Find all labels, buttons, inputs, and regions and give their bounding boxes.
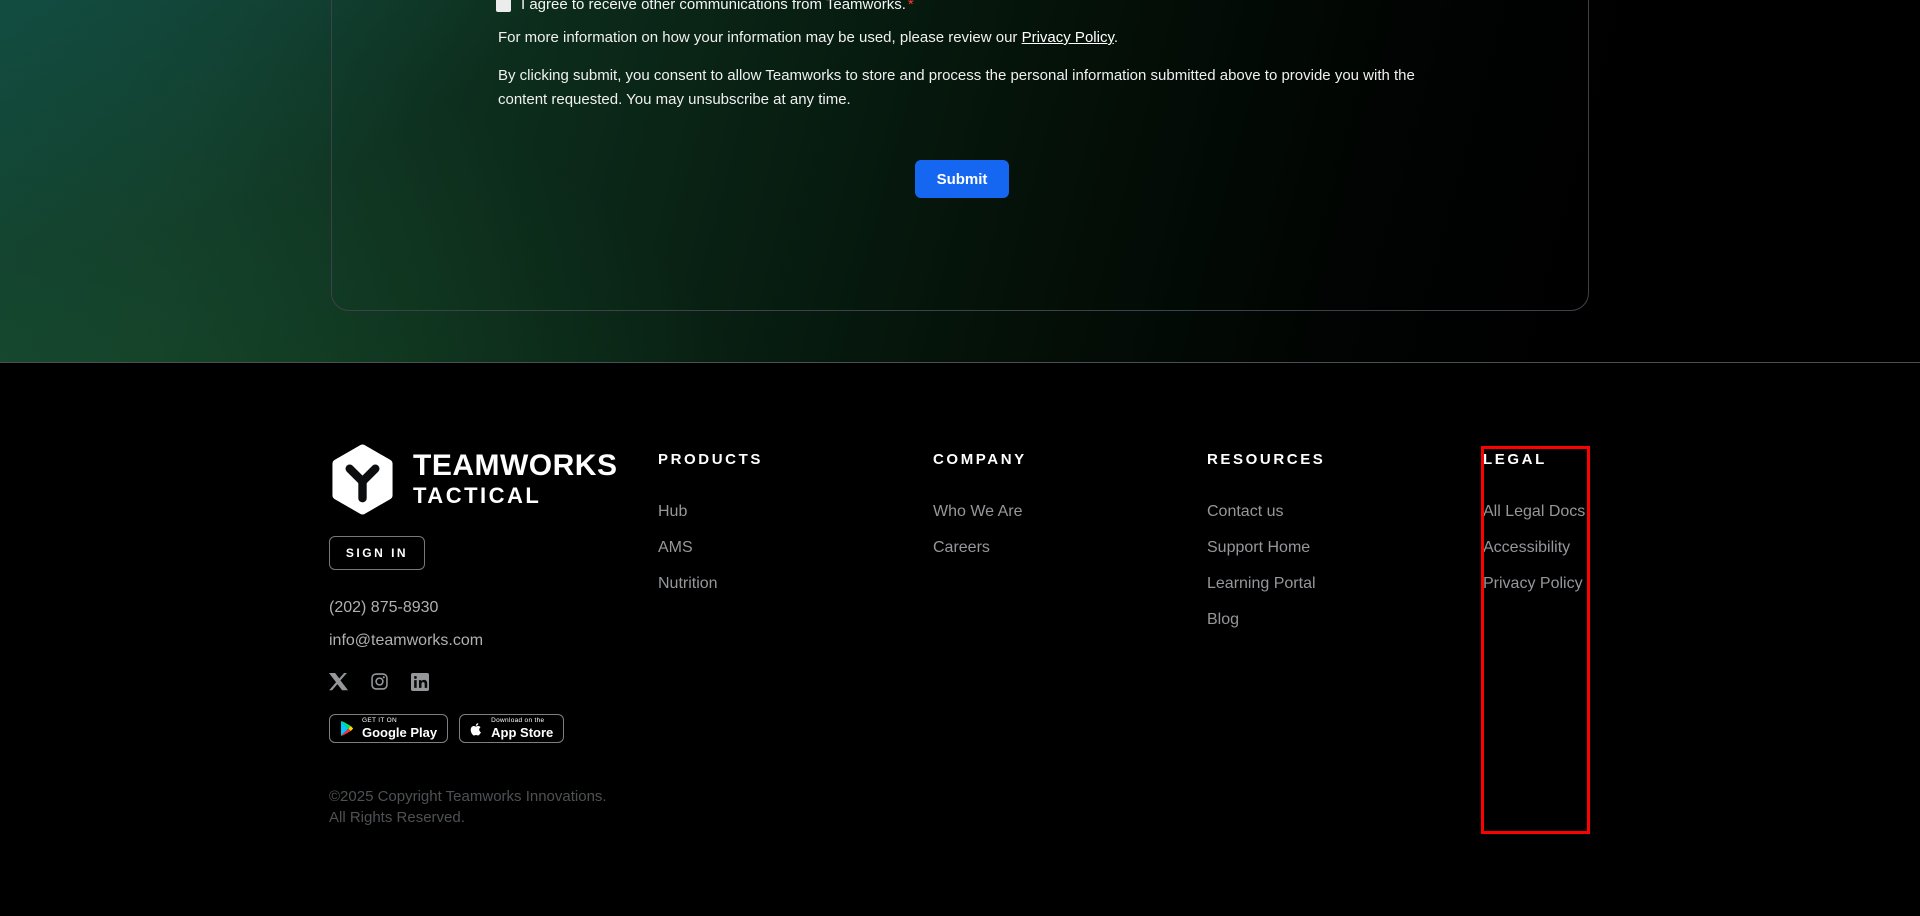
privacy-policy-link[interactable]: Privacy Policy <box>1022 29 1114 46</box>
brand-name-line2: TACTICAL <box>413 483 617 509</box>
required-asterisk: * <box>908 0 914 13</box>
google-play-name: Google Play <box>362 726 437 740</box>
phone-link[interactable]: (202) 875-8930 <box>329 599 438 617</box>
instagram-social-link[interactable] <box>371 673 388 690</box>
email-link[interactable]: info@teamworks.com <box>329 632 483 650</box>
privacy-text-before: For more information on how your informa… <box>498 29 1022 46</box>
app-store-badge-text: Download on the App Store <box>491 717 553 740</box>
footer-link-all-legal-docs[interactable]: All Legal Docs <box>1483 503 1713 521</box>
footer-link-who-we-are[interactable]: Who We Are <box>933 503 1163 521</box>
footer-column-title-resources: RESOURCES <box>1207 452 1437 468</box>
footer-column-products: PRODUCTS Hub AMS Nutrition <box>658 452 888 611</box>
footer-link-nutrition[interactable]: Nutrition <box>658 575 888 593</box>
footer-column-title-legal: LEGAL <box>1483 452 1713 468</box>
footer-link-privacy-policy[interactable]: Privacy Policy <box>1483 575 1713 593</box>
agree-checkbox[interactable] <box>496 0 511 12</box>
copyright-line-2: All Rights Reserved. <box>329 807 607 828</box>
brand-logo[interactable]: TEAMWORKS TACTICAL <box>329 444 617 515</box>
consent-line-2: content requested. You may unsubscribe a… <box>498 88 1415 112</box>
app-store-name: App Store <box>491 726 553 740</box>
footer-link-accessibility[interactable]: Accessibility <box>1483 539 1713 557</box>
app-store-tagline: Download on the <box>491 717 553 724</box>
footer-column-legal: LEGAL All Legal Docs Accessibility Priva… <box>1483 452 1713 611</box>
hero-section: I agree to receive other communications … <box>0 0 1920 363</box>
instagram-icon <box>371 673 388 690</box>
google-play-badge-text: GET IT ON Google Play <box>362 717 437 740</box>
footer-link-learning-portal[interactable]: Learning Portal <box>1207 575 1437 593</box>
teamworks-hex-logo-icon <box>329 444 396 515</box>
consent-text: By clicking submit, you consent to allow… <box>498 64 1415 112</box>
contact-form-card: I agree to receive other communications … <box>331 0 1589 311</box>
footer-column-title-company: COMPANY <box>933 452 1163 468</box>
google-play-tagline: GET IT ON <box>362 717 437 724</box>
footer-link-hub[interactable]: Hub <box>658 503 888 521</box>
consent-line-1: By clicking submit, you consent to allow… <box>498 64 1415 88</box>
x-twitter-icon <box>329 672 348 691</box>
apple-icon <box>469 720 484 738</box>
linkedin-icon <box>411 673 429 691</box>
footer-section: TEAMWORKS TACTICAL SIGN IN (202) 875-893… <box>0 363 1920 916</box>
footer-link-contact-us[interactable]: Contact us <box>1207 503 1437 521</box>
x-social-link[interactable] <box>329 672 348 691</box>
submit-button[interactable]: Submit <box>915 160 1009 198</box>
social-links-row <box>329 672 429 691</box>
agree-checkbox-row: I agree to receive other communications … <box>496 0 914 13</box>
google-play-badge[interactable]: GET IT ON Google Play <box>329 714 448 743</box>
footer-link-support-home[interactable]: Support Home <box>1207 539 1437 557</box>
footer-column-resources: RESOURCES Contact us Support Home Learni… <box>1207 452 1437 647</box>
agree-checkbox-label: I agree to receive other communications … <box>521 0 914 13</box>
footer-column-title-products: PRODUCTS <box>658 452 888 468</box>
brand-name: TEAMWORKS TACTICAL <box>413 444 617 515</box>
footer-link-careers[interactable]: Careers <box>933 539 1163 557</box>
footer-link-blog[interactable]: Blog <box>1207 611 1437 629</box>
google-play-icon <box>339 720 355 737</box>
copyright-text: ©2025 Copyright Teamworks Innovations. A… <box>329 786 607 828</box>
app-store-badge[interactable]: Download on the App Store <box>459 714 564 743</box>
privacy-text-after: . <box>1114 29 1118 46</box>
footer-column-company: COMPANY Who We Are Careers <box>933 452 1163 575</box>
privacy-info-text: For more information on how your informa… <box>498 29 1118 46</box>
brand-name-line1: TEAMWORKS <box>413 451 617 481</box>
sign-in-button[interactable]: SIGN IN <box>329 536 425 570</box>
linkedin-social-link[interactable] <box>411 673 429 691</box>
copyright-line-1: ©2025 Copyright Teamworks Innovations. <box>329 786 607 807</box>
store-badges-row: GET IT ON Google Play Download on the Ap… <box>329 714 564 743</box>
footer-link-ams[interactable]: AMS <box>658 539 888 557</box>
